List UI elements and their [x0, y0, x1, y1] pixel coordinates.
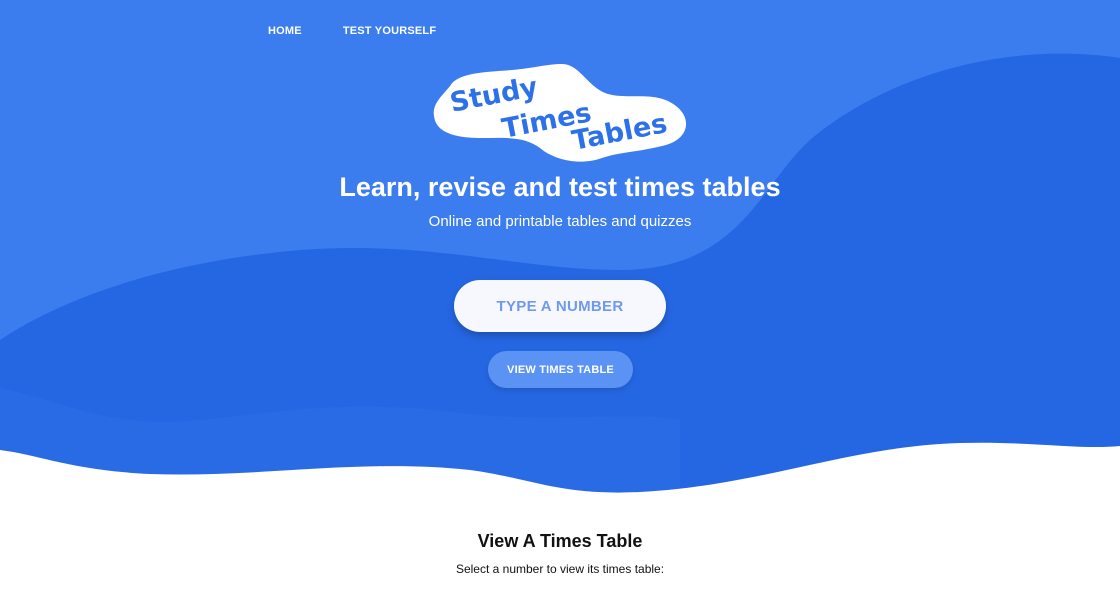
study-times-tables-logo[interactable]: Study Times Tables	[430, 58, 692, 166]
hero-subtitle: Online and printable tables and quizzes	[428, 213, 692, 230]
hero-title: Learn, revise and test times tables	[339, 172, 781, 202]
top-nav: HOME TEST YOURSELF	[268, 25, 477, 37]
page: HOME TEST YOURSELF Study Times Tables Le…	[0, 0, 1120, 600]
number-input[interactable]	[454, 280, 666, 332]
section-instructions: Select a number to view its times table:	[455, 562, 665, 576]
nav-home-link[interactable]: HOME	[268, 25, 302, 37]
section-heading: View A Times Table	[477, 531, 643, 551]
nav-test-yourself-link[interactable]: TEST YOURSELF	[343, 25, 436, 37]
view-times-table-button[interactable]: VIEW TIMES TABLE	[488, 351, 633, 388]
